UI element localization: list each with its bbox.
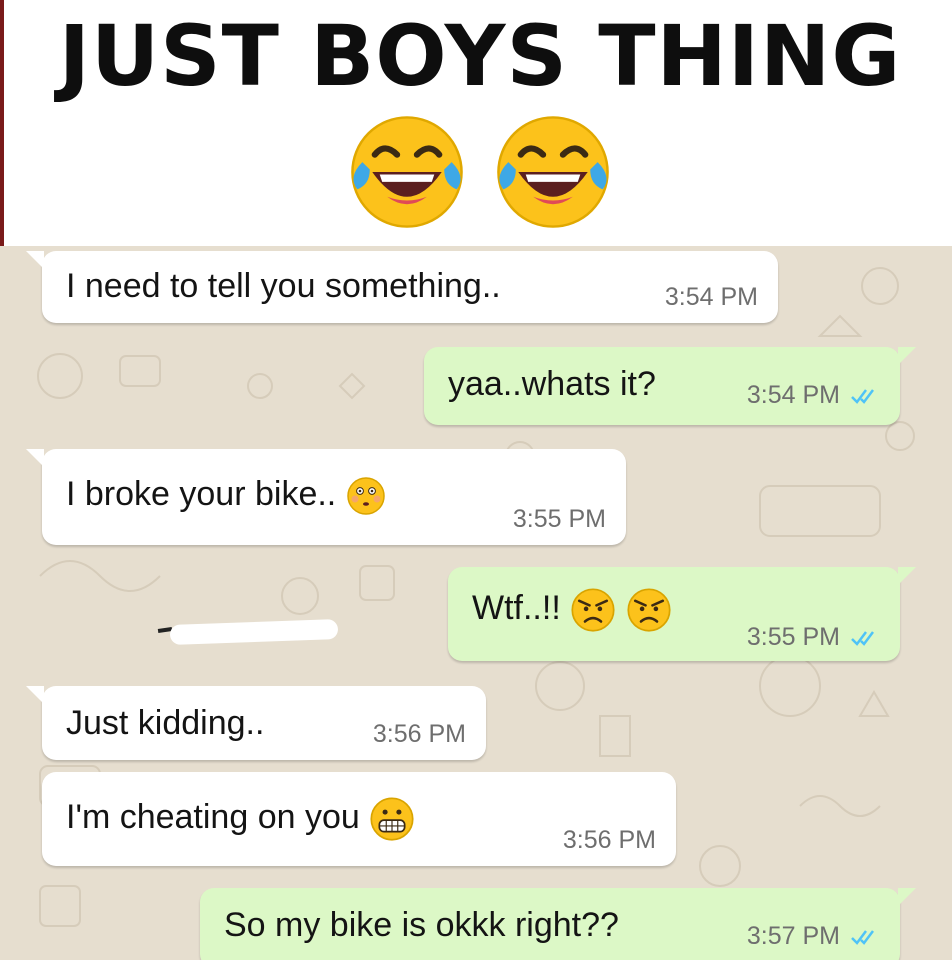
message-bubble-incoming[interactable]: I need to tell you something.. 3:54 PM [26, 251, 778, 323]
angry-face-icon [627, 588, 671, 632]
tears-of-joy-icon [351, 116, 463, 228]
message-bubble-incoming[interactable]: I broke your bike.. 3:55 PM [26, 449, 626, 545]
grimacing-face-icon [370, 797, 414, 841]
angry-face-icon [571, 588, 615, 632]
message-timestamp: 3:56 PM [372, 720, 466, 748]
double-check-icon [851, 929, 874, 945]
message-text: I'm cheating on you [66, 796, 415, 842]
message-timestamp: 3:57 PM [747, 922, 880, 951]
double-check-icon [851, 388, 874, 404]
message-text: Just kidding.. [66, 704, 265, 742]
message-text: So my bike is okkk right?? [224, 906, 619, 944]
message-text: I need to tell you something.. [66, 267, 501, 305]
double-check-icon [851, 630, 874, 646]
message-bubble-outgoing[interactable]: So my bike is okkk right?? 3:57 PM [200, 888, 916, 960]
message-text: yaa..whats it? [448, 365, 656, 403]
message-text: Wtf..!! [472, 587, 672, 633]
tears-of-joy-icon [497, 116, 609, 228]
header-emoji-row [4, 110, 952, 234]
message-text: I broke your bike.. [66, 475, 386, 516]
meme-title: JUST BOYS THING [58, 7, 902, 105]
message-bubble-outgoing[interactable]: Wtf..!! 3:55 PM [448, 567, 916, 661]
message-bubble-incoming[interactable]: Just kidding.. 3:56 PM [26, 686, 486, 760]
message-timestamp: 3:55 PM [512, 505, 606, 533]
chat-area[interactable]: I need to tell you something.. 3:54 PM y… [0, 246, 952, 960]
message-bubble-incoming[interactable]: I'm cheating on you 3:56 PM [42, 772, 676, 866]
message-timestamp: 3:54 PM [747, 381, 880, 410]
message-timestamp: 3:54 PM [664, 283, 758, 311]
message-timestamp: 3:55 PM [747, 623, 880, 652]
flushed-face-icon [346, 477, 385, 515]
message-timestamp: 3:56 PM [562, 826, 656, 854]
message-bubble-outgoing[interactable]: yaa..whats it? 3:54 PM [424, 347, 916, 425]
meme-header: JUST BOYS THING [0, 0, 952, 246]
